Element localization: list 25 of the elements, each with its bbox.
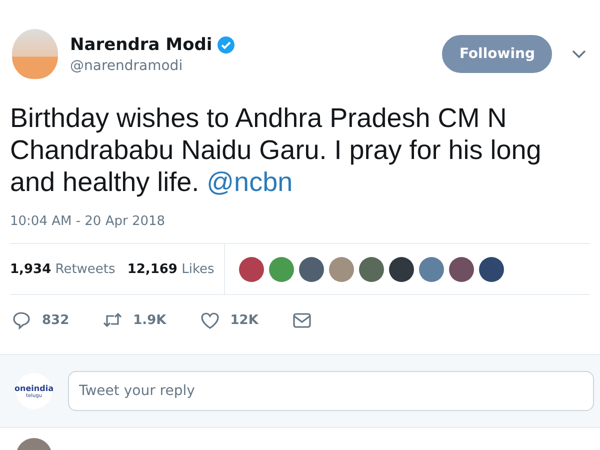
author-name[interactable]: Narendra Modi bbox=[70, 34, 212, 54]
author-handle[interactable]: @narendramodi bbox=[70, 58, 442, 74]
caret-icon[interactable] bbox=[572, 50, 586, 58]
user-avatar[interactable] bbox=[239, 256, 264, 282]
reply-icon[interactable] bbox=[12, 311, 32, 330]
retweet-icon[interactable] bbox=[103, 311, 124, 330]
profile-photo bbox=[12, 29, 58, 79]
heart-icon[interactable] bbox=[200, 311, 220, 330]
envelope-icon[interactable] bbox=[292, 311, 312, 330]
tweet-text: Birthday wishes to Andhra Pradesh CM N Chandrababu Naidu Garu. I pray for his long and healthy life. @ncbn bbox=[9, 102, 542, 198]
logo-text: oneindia bbox=[14, 384, 54, 392]
stat-link[interactable]: 12,169 Likes bbox=[127, 262, 214, 276]
user-avatar[interactable] bbox=[479, 256, 504, 282]
mention-link[interactable]: @ncbn bbox=[206, 167, 293, 197]
stat-link[interactable]: 1,934 Retweets bbox=[10, 262, 116, 276]
user-avatar[interactable] bbox=[449, 256, 474, 282]
action-count: 832 bbox=[42, 313, 70, 328]
following-button[interactable]: Following bbox=[442, 35, 552, 73]
user-avatar[interactable] bbox=[299, 256, 324, 282]
user-avatar[interactable] bbox=[389, 256, 414, 282]
user-avatar[interactable] bbox=[359, 256, 384, 282]
action-count: 1.9K bbox=[133, 313, 166, 328]
action-count: 12K bbox=[230, 313, 258, 328]
tweet-timestamp[interactable]: 10:04 AM - 20 Apr 2018 bbox=[0, 198, 600, 243]
reply-input-field[interactable]: Tweet your reply bbox=[68, 371, 594, 411]
